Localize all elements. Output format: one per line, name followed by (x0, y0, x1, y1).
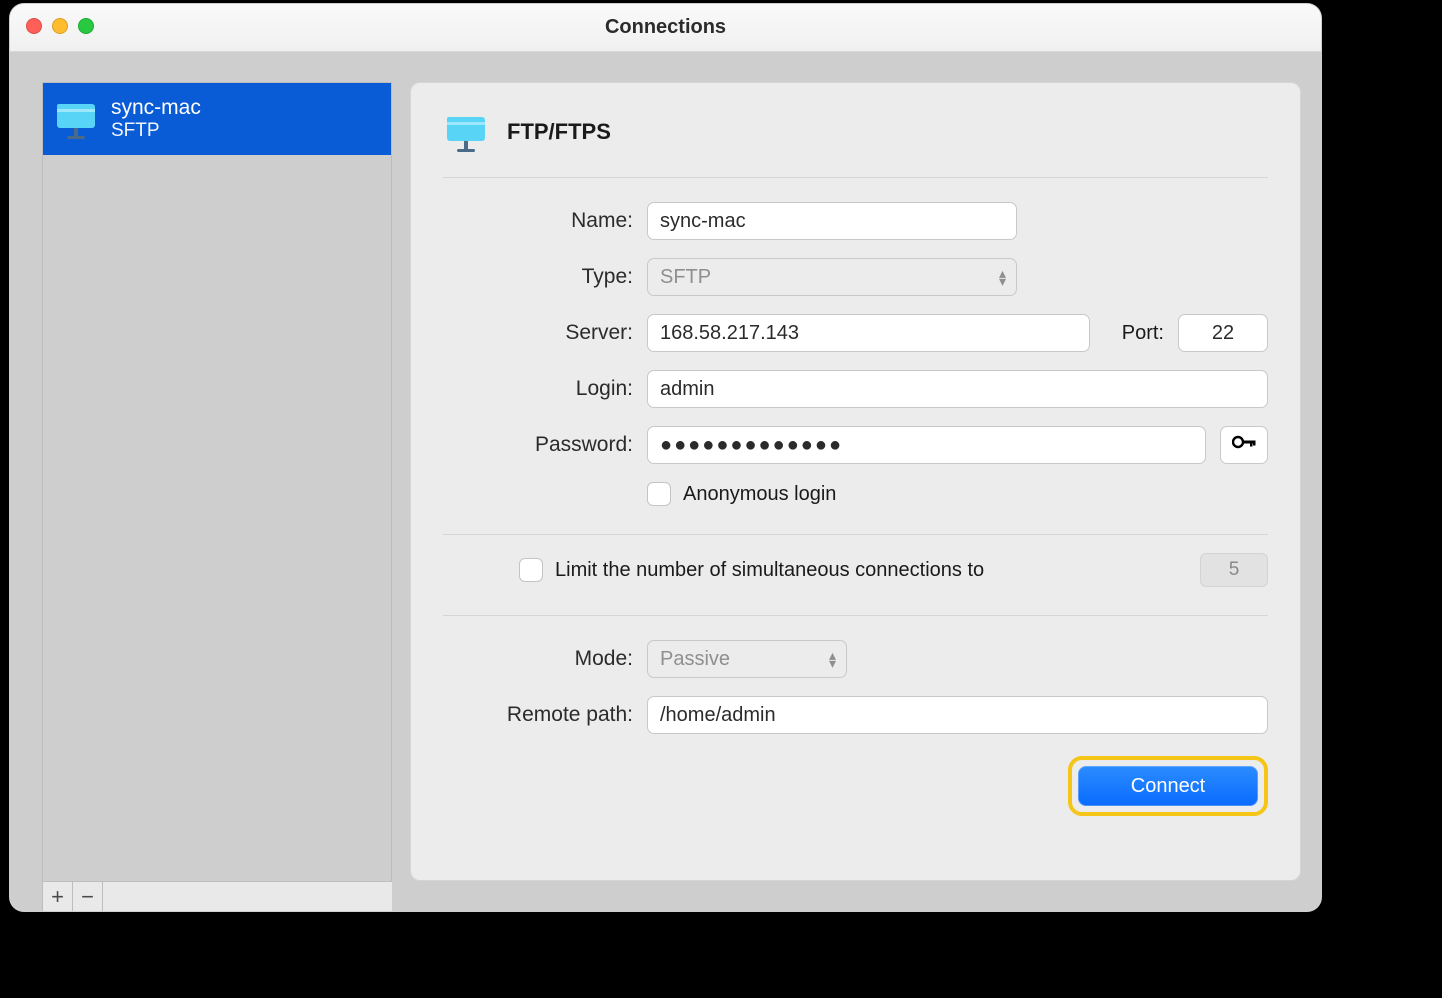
name-field[interactable] (647, 202, 1017, 240)
mode-label: Mode: (443, 647, 633, 671)
chevron-updown-icon: ▴▾ (999, 269, 1006, 285)
server-label: Server: (443, 321, 633, 345)
connection-details-panel: FTP/FTPS Name: Type: SFTP ▴▾ (410, 82, 1301, 881)
connect-button[interactable]: Connect (1078, 766, 1258, 806)
remove-connection-button[interactable]: − (73, 882, 103, 911)
network-folder-icon (53, 96, 99, 142)
add-connection-button[interactable]: + (43, 882, 73, 911)
anonymous-checkbox[interactable] (647, 482, 671, 506)
connection-protocol: SFTP (111, 120, 201, 143)
password-field[interactable] (647, 426, 1206, 464)
panel-header: FTP/FTPS (443, 107, 1268, 178)
window-controls (26, 18, 94, 34)
port-field[interactable] (1178, 314, 1268, 352)
type-label: Type: (443, 265, 633, 289)
server-field[interactable] (647, 314, 1090, 352)
port-label: Port: (1104, 322, 1164, 345)
connect-highlight: Connect (1068, 756, 1268, 816)
minimize-window-button[interactable] (52, 18, 68, 34)
connection-list[interactable]: sync-mac SFTP (42, 82, 392, 881)
remote-path-field[interactable] (647, 696, 1268, 734)
login-label: Login: (443, 377, 633, 401)
chevron-updown-icon: ▴▾ (829, 651, 836, 667)
separator (443, 615, 1268, 616)
mode-value: Passive (660, 648, 730, 671)
separator (443, 534, 1268, 535)
panel-heading: FTP/FTPS (507, 119, 611, 145)
limit-connections-value (1200, 553, 1268, 587)
password-label: Password: (443, 433, 633, 457)
anonymous-label: Anonymous login (683, 483, 836, 506)
zoom-window-button[interactable] (78, 18, 94, 34)
remote-path-label: Remote path: (443, 703, 633, 727)
network-folder-icon (443, 107, 489, 157)
connection-list-item[interactable]: sync-mac SFTP (43, 83, 391, 155)
mode-select[interactable]: Passive ▴▾ (647, 640, 847, 678)
limit-connections-checkbox[interactable] (519, 558, 543, 582)
sidebar-footer: + − (42, 881, 392, 911)
login-field[interactable] (647, 370, 1268, 408)
titlebar: Connections (10, 4, 1321, 52)
key-icon (1232, 433, 1256, 457)
close-window-button[interactable] (26, 18, 42, 34)
sidebar: sync-mac SFTP + − (10, 52, 396, 911)
limit-connections-label: Limit the number of simultaneous connect… (555, 559, 984, 582)
name-label: Name: (443, 209, 633, 233)
content-area: sync-mac SFTP + − (10, 52, 1321, 911)
window-title: Connections (605, 16, 726, 39)
type-value: SFTP (660, 266, 711, 289)
connection-name: sync-mac (111, 95, 201, 120)
password-key-button[interactable] (1220, 426, 1268, 464)
connections-window: Connections sync-mac (10, 4, 1321, 911)
type-select[interactable]: SFTP ▴▾ (647, 258, 1017, 296)
